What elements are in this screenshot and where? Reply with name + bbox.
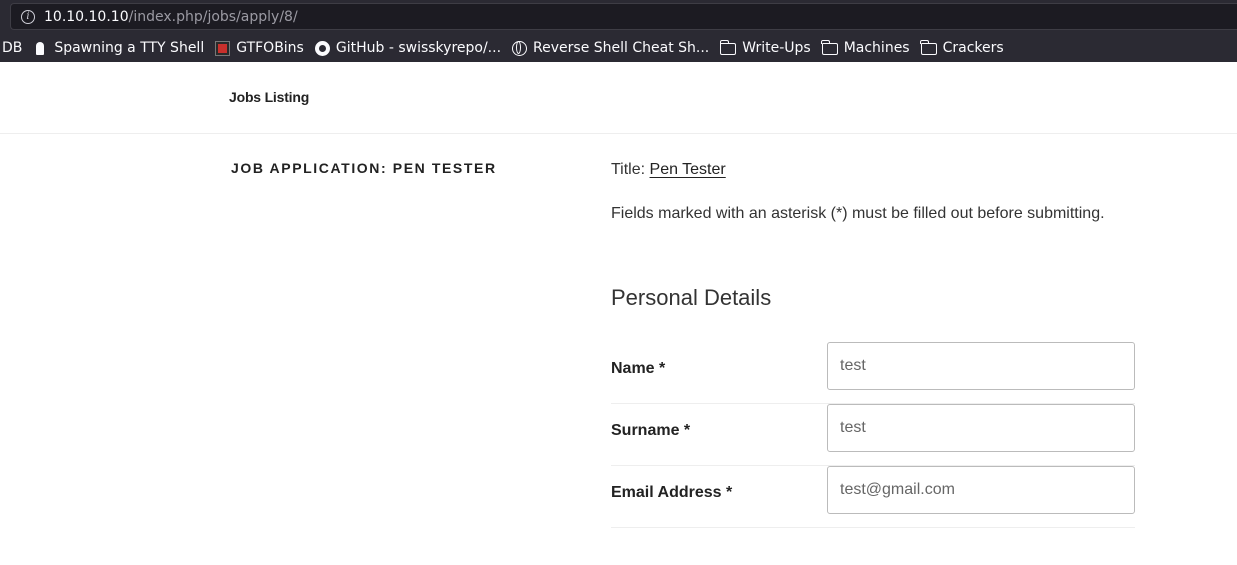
- bookmark-label: Crackers: [942, 40, 1004, 56]
- form-row-name: Name *: [611, 342, 1135, 404]
- job-application-content: Title: Pen Tester Fields marked with an …: [611, 160, 1136, 311]
- folder-icon: [920, 39, 937, 55]
- github-icon: [314, 40, 330, 56]
- address-bar[interactable]: i 10.10.10.10/index.php/jobs/apply/8/: [10, 3, 1237, 30]
- bookmark-github-swisskyrepo[interactable]: GitHub - swisskyrepo/...: [314, 40, 502, 56]
- email-label: Email Address *: [611, 484, 733, 501]
- browser-chrome: i 10.10.10.10/index.php/jobs/apply/8/ DB…: [0, 0, 1237, 62]
- folder-icon: [821, 39, 838, 55]
- web-page: Jobs Listing JOB APPLICATION: PEN TESTER…: [0, 62, 1237, 565]
- bookmark-label: Spawning a TTY Shell: [54, 40, 205, 56]
- bookmark-label: DB: [2, 40, 23, 56]
- page-title: JOB APPLICATION: PEN TESTER: [231, 160, 497, 176]
- bookmark-spawning-tty-shell[interactable]: Spawning a TTY Shell: [33, 40, 204, 56]
- url-text[interactable]: 10.10.10.10/index.php/jobs/apply/8/: [44, 9, 298, 25]
- header-divider: [0, 133, 1237, 134]
- personal-details-form: Name * Surname * Email Address *: [611, 342, 1135, 528]
- form-row-email: Email Address *: [611, 466, 1135, 528]
- bookmarks-toolbar: DB Spawning a TTY Shell GTFOBins GitHub …: [0, 37, 1237, 59]
- bookmark-gtfobins[interactable]: GTFOBins: [215, 40, 304, 56]
- bookmark-folder-write-ups[interactable]: Write-Ups: [719, 39, 811, 56]
- globe-icon: [512, 40, 528, 56]
- surname-input[interactable]: [827, 404, 1135, 452]
- bookmark-label: Reverse Shell Cheat Sh...: [533, 40, 710, 56]
- required-fields-notice: Fields marked with an asterisk (*) must …: [611, 205, 1105, 222]
- bookmark-folder-crackers[interactable]: Crackers: [920, 39, 1004, 56]
- gtfobins-icon: [215, 40, 231, 56]
- form-row-surname: Surname *: [611, 404, 1135, 466]
- site-info-icon[interactable]: i: [21, 10, 35, 24]
- nav-jobs-listing[interactable]: Jobs Listing: [229, 89, 309, 105]
- email-input[interactable]: [827, 466, 1135, 514]
- name-label: Name *: [611, 360, 666, 377]
- bookmark-label: Write-Ups: [742, 40, 811, 56]
- bookmark-folder-machines[interactable]: Machines: [821, 39, 910, 56]
- bookmark-reverse-shell-cheat-sheet[interactable]: Reverse Shell Cheat Sh...: [512, 40, 709, 56]
- bookmark-label: GTFOBins: [236, 40, 304, 56]
- job-title-line: Title: Pen Tester: [611, 161, 1136, 179]
- url-host: 10.10.10.10: [44, 9, 129, 25]
- bookmark-db[interactable]: DB: [2, 40, 22, 56]
- bookmark-label: Machines: [843, 40, 910, 56]
- bookmark-label: GitHub - swisskyrepo/...: [335, 40, 502, 56]
- name-input[interactable]: [827, 342, 1135, 390]
- folder-icon: [719, 39, 737, 55]
- ghost-icon: [33, 41, 48, 56]
- job-title-prefix: Title:: [611, 161, 646, 178]
- surname-label: Surname *: [611, 422, 691, 439]
- url-path: /index.php/jobs/apply/8/: [128, 9, 298, 25]
- personal-details-heading: Personal Details: [611, 285, 772, 310]
- job-title-link[interactable]: Pen Tester: [650, 161, 726, 178]
